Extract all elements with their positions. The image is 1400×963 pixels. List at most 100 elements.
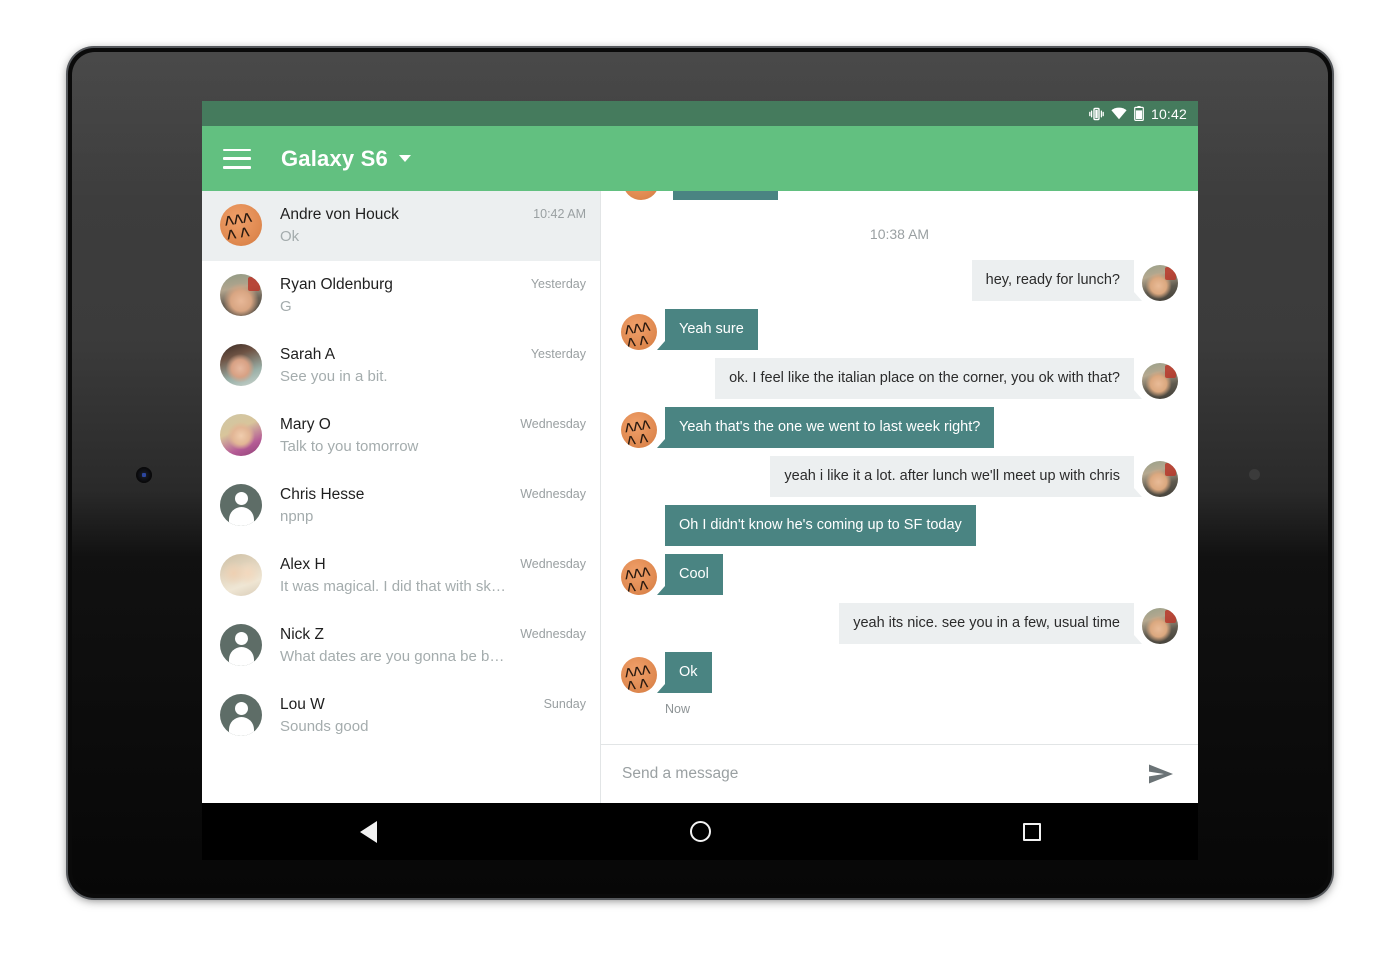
conversation-snippet: Talk to you tomorrow bbox=[280, 438, 419, 455]
message-bubble[interactable]: yeah its nice. see you in a few, usual t… bbox=[839, 603, 1142, 644]
status-bar-clock: 10:42 bbox=[1150, 105, 1187, 122]
conversation-name: Alex H bbox=[280, 556, 326, 573]
send-paper-plane-icon[interactable] bbox=[1142, 757, 1180, 791]
thread-pane: 10:38 AM hey, ready for lunch? ʌʌʌ ʌ ʌ Yea… bbox=[601, 191, 1198, 803]
avatar: ʌʌʌ ʌ ʌ bbox=[220, 204, 262, 246]
conversation-snippet: npnp bbox=[280, 508, 314, 525]
message-row[interactable]: ʌʌʌ ʌ ʌ Yeah that's the one we went to la… bbox=[601, 407, 1198, 448]
message-scroll-area[interactable]: 10:38 AM hey, ready for lunch? ʌʌʌ ʌ ʌ Yea… bbox=[601, 191, 1198, 744]
conversation-snippet: What dates are you gonna be back in M… bbox=[280, 648, 513, 665]
back-icon[interactable] bbox=[333, 812, 403, 852]
conversation-list-item[interactable]: Mary O Talk to you tomorrow Wednesday bbox=[202, 401, 600, 471]
avatar bbox=[1142, 363, 1178, 399]
avatar: ʌʌʌ ʌ ʌ bbox=[621, 559, 657, 595]
message-bubble[interactable]: hey, ready for lunch? bbox=[971, 260, 1143, 301]
message-row[interactable]: ok. I feel like the italian place on the… bbox=[601, 358, 1198, 399]
conversation-list-item[interactable]: Chris Hesse npnp Wednesday bbox=[202, 471, 600, 541]
avatar: ʌʌʌ ʌ ʌ bbox=[621, 412, 657, 448]
conversation-list-item[interactable]: Sarah A See you in a bit. Yesterday bbox=[202, 331, 600, 401]
conversation-name: Mary O bbox=[280, 416, 331, 433]
avatar bbox=[1142, 461, 1178, 497]
conversation-text: Lou W Sounds good bbox=[280, 694, 536, 737]
message-row[interactable]: yeah its nice. see you in a few, usual t… bbox=[601, 603, 1198, 644]
message-row[interactable]: yeah i like it a lot. after lunch we'll … bbox=[601, 456, 1198, 497]
conversation-name: Sarah A bbox=[280, 346, 336, 363]
conversation-timestamp: Yesterday bbox=[530, 277, 586, 291]
conversation-list-item[interactable]: Ryan Oldenburg G Yesterday bbox=[202, 261, 600, 331]
messages-container: hey, ready for lunch? ʌʌʌ ʌ ʌ Yeah sure ok.… bbox=[601, 260, 1198, 693]
recents-icon[interactable] bbox=[997, 812, 1067, 852]
thread-time-divider: 10:38 AM bbox=[869, 226, 930, 242]
person-placeholder-icon bbox=[220, 484, 262, 526]
conversation-name: Andre von Houck bbox=[280, 206, 399, 223]
message-bubble bbox=[673, 191, 778, 200]
avatar bbox=[220, 484, 262, 526]
conversation-text: Ryan Oldenburg G bbox=[280, 274, 523, 317]
message-input[interactable] bbox=[622, 765, 1142, 783]
message-row[interactable]: Oh I didn't know he's coming up to SF to… bbox=[601, 505, 1198, 546]
app-bar: Galaxy S6 bbox=[202, 126, 1198, 191]
message-bubble[interactable]: Yeah that's the one we went to last week… bbox=[656, 407, 995, 448]
android-navigation-bar bbox=[202, 803, 1198, 860]
conversation-list-item[interactable]: Alex H It was magical. I did that with sk… bbox=[202, 541, 600, 611]
conversation-snippet: It was magical. I did that with skyrim bbox=[280, 578, 513, 595]
conversation-snippet: Sounds good bbox=[280, 718, 369, 735]
conversation-list-item[interactable]: ʌʌʌ ʌ ʌ Andre von Houck Ok 10:42 AM bbox=[202, 191, 600, 261]
message-bubble[interactable]: Oh I didn't know he's coming up to SF to… bbox=[665, 505, 976, 546]
avatar bbox=[220, 414, 262, 456]
avatar bbox=[1142, 608, 1178, 644]
front-camera-icon bbox=[136, 467, 152, 483]
message-row[interactable]: ʌʌʌ ʌ ʌ Yeah sure bbox=[601, 309, 1198, 350]
message-bubble[interactable]: Yeah sure bbox=[657, 309, 758, 350]
message-bubble[interactable]: ok. I feel like the italian place on the… bbox=[715, 358, 1142, 399]
vibrate-icon bbox=[1089, 107, 1104, 121]
avatar-artwork: ʌʌʌ ʌ ʌ bbox=[622, 560, 651, 595]
hamburger-menu-icon[interactable] bbox=[223, 148, 251, 169]
avatar: ʌʌʌ ʌ ʌ bbox=[621, 657, 657, 693]
message-row[interactable]: hey, ready for lunch? bbox=[601, 260, 1198, 301]
avatar-artwork: ʌʌʌ ʌ ʌ bbox=[622, 315, 651, 350]
avatar bbox=[623, 191, 659, 200]
conversation-text: Andre von Houck Ok bbox=[280, 204, 525, 247]
avatar bbox=[220, 344, 262, 386]
app-title: Galaxy S6 bbox=[281, 145, 388, 171]
conversation-snippet: Ok bbox=[280, 228, 300, 245]
conversation-snippet: G bbox=[280, 298, 292, 315]
device-screen: 10:42 Galaxy S6 ʌʌʌ ʌ ʌ Andre von Houck Ok… bbox=[202, 101, 1198, 803]
conversation-list[interactable]: ʌʌʌ ʌ ʌ Andre von Houck Ok 10:42 AM Ryan Old… bbox=[202, 191, 601, 803]
message-bubble[interactable]: yeah i like it a lot. after lunch we'll … bbox=[770, 456, 1142, 497]
avatar bbox=[220, 274, 262, 316]
status-bar: 10:42 bbox=[202, 101, 1198, 126]
avatar-artwork: ʌʌʌ ʌ ʌ bbox=[222, 206, 253, 245]
battery-icon bbox=[1134, 106, 1144, 121]
message-bubble[interactable]: Ok bbox=[657, 652, 712, 693]
message-composer bbox=[601, 744, 1198, 803]
conversation-list-item[interactable]: Lou W Sounds good Sunday bbox=[202, 681, 600, 751]
message-row[interactable]: ʌʌʌ ʌ ʌ Ok bbox=[601, 652, 1198, 693]
message-bubble[interactable]: Cool bbox=[657, 554, 723, 595]
conversation-timestamp: Wednesday bbox=[520, 627, 586, 641]
conversation-name: Nick Z bbox=[280, 626, 324, 643]
home-icon[interactable] bbox=[665, 812, 735, 852]
conversation-name: Lou W bbox=[280, 696, 325, 713]
avatar: ʌʌʌ ʌ ʌ bbox=[621, 314, 657, 350]
conversation-list-item[interactable]: Nick Z What dates are you gonna be back i… bbox=[202, 611, 600, 681]
conversation-text: Chris Hesse npnp bbox=[280, 484, 512, 527]
avatar bbox=[220, 624, 262, 666]
clipped-previous-message bbox=[601, 191, 1198, 200]
message-row[interactable]: ʌʌʌ ʌ ʌ Cool bbox=[601, 554, 1198, 595]
conversation-text: Nick Z What dates are you gonna be back i… bbox=[280, 624, 512, 667]
conversation-snippet: See you in a bit. bbox=[280, 368, 388, 385]
avatar-artwork: ʌʌʌ ʌ ʌ bbox=[622, 658, 651, 693]
conversation-name: Ryan Oldenburg bbox=[280, 276, 393, 293]
conversation-timestamp: Wednesday bbox=[520, 487, 586, 501]
avatar bbox=[220, 694, 262, 736]
app-body: ʌʌʌ ʌ ʌ Andre von Houck Ok 10:42 AM Ryan Old… bbox=[202, 191, 1198, 803]
person-placeholder-icon bbox=[220, 694, 262, 736]
account-switcher[interactable]: Galaxy S6 bbox=[281, 146, 411, 172]
person-placeholder-icon bbox=[220, 624, 262, 666]
chevron-down-icon[interactable] bbox=[399, 155, 411, 162]
ambient-sensor-icon bbox=[1249, 469, 1260, 480]
conversation-text: Alex H It was magical. I did that with sk… bbox=[280, 554, 512, 597]
message-sent-label: Now bbox=[665, 702, 691, 716]
